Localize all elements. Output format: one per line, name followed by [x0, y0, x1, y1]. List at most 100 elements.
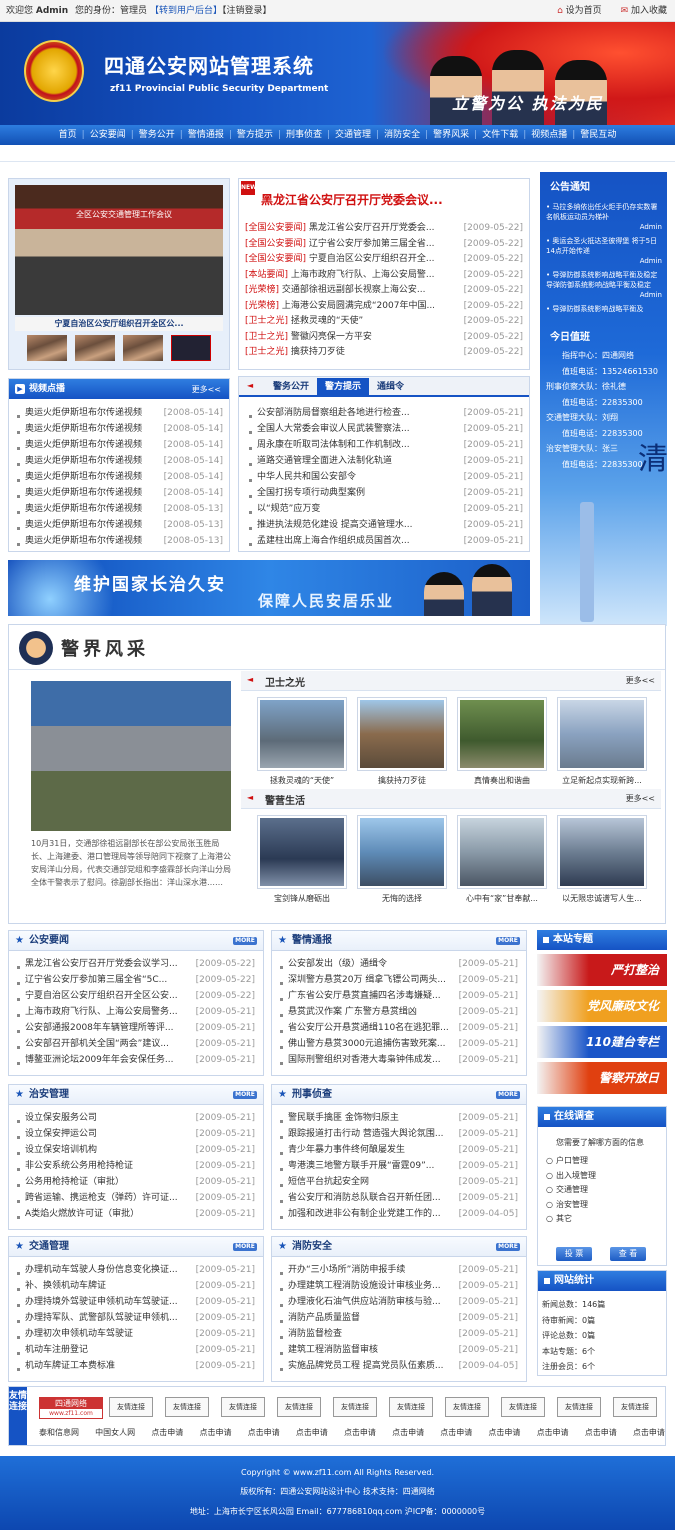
thumb-item[interactable]: 擒获持刀歹徒 [357, 697, 447, 786]
video-row[interactable]: 奥运火炬伊斯坦布尔传递视频 [2008-05-14] [13, 421, 227, 437]
section-link[interactable]: 公安部召开部机关全国“两会”建议... [13, 1039, 169, 1049]
headline-row[interactable]: [光荣榜] 上海港公安局圆满完成“2007年中国... [2009-05-22] [245, 299, 527, 315]
thumb-image[interactable] [460, 818, 544, 886]
section-link[interactable]: 办理液化石油气供应站消防审核与验... [276, 1297, 441, 1307]
headline-row[interactable]: [全国公安要闻] 黑龙江省公安厅召开厅党委会... [2009-05-22] [245, 221, 527, 237]
headline-category[interactable]: [光荣榜] [245, 301, 279, 311]
thumb-frame[interactable] [357, 697, 447, 771]
section-link[interactable]: 机动车牌证工本费标准 [13, 1361, 115, 1371]
survey-option-label[interactable]: 交通管理 [556, 1185, 588, 1194]
friend-link-text[interactable]: 泰和信息网 [39, 1427, 79, 1438]
section-link[interactable]: 消防监督检查 [276, 1329, 342, 1339]
section-link[interactable]: 设立保安押运公司 [13, 1129, 97, 1139]
friend-link-text[interactable]: 点击申请 [537, 1427, 569, 1438]
thumb-image[interactable] [460, 700, 544, 768]
thumb-item[interactable]: 真情奏出和谐曲 [457, 697, 547, 786]
topic-banner[interactable]: 110建台专栏 [537, 1026, 667, 1058]
thumb-item[interactable]: 无悔的选择 [357, 815, 447, 904]
section-link[interactable]: 跨省运输、携运枪支（弹药）许可证... [13, 1193, 178, 1203]
section-link[interactable]: 办理持军队、武警部队驾驶证申领机... [13, 1313, 178, 1323]
topic-banner[interactable]: 党风廉政文化 [537, 990, 667, 1022]
headline-title[interactable]: 黑龙江省公安厅召开厅党委会议... [261, 191, 443, 208]
section-link[interactable]: 加强和改进非公有制企业党建工作的... [276, 1209, 441, 1219]
friend-link-text[interactable]: 点击申请 [199, 1427, 231, 1438]
notice-item[interactable]: • 马拉多纳依出任火炬手仍存实数署名帆板运动员为梯补 Admin [546, 202, 662, 232]
section-link[interactable]: 上海市政府飞行队、上海公安局警务... [13, 1007, 178, 1017]
section-link[interactable]: 消防产品质量监督 [276, 1313, 360, 1323]
headline-category[interactable]: [卫士之光] [245, 316, 288, 326]
slide-thumb[interactable] [27, 335, 67, 361]
thumb-item[interactable]: 立足新起点实现新跨... [557, 697, 647, 786]
section-more-button[interactable]: MORE [233, 1091, 257, 1099]
notice-item[interactable]: • 奥运会圣火抵达圣彼得堡 将于5日14点开始传递 Admin [546, 236, 662, 266]
section-row[interactable]: 上海市政府飞行队、上海公安局警务... [2009-05-21] [13, 1004, 259, 1020]
section-link[interactable]: 悬赏武汉作案 广东警方悬赏缉凶 [276, 1007, 417, 1017]
section-row[interactable]: 宁夏自治区公安厅组织召开全区公安... [2009-05-22] [13, 988, 259, 1004]
section-row[interactable]: 办理液化石油气供应站消防审核与验... [2009-05-21] [276, 1294, 522, 1310]
section-link[interactable]: 警民联手擒匪 金饰物归原主 [276, 1113, 399, 1123]
friend-link-button[interactable]: 友情连接 [389, 1397, 433, 1417]
nav-item[interactable]: 警民互动 [576, 125, 620, 145]
admin-backend-link[interactable]: 【转到用户后台】 [150, 6, 222, 16]
tab-news-row[interactable]: 全国打拐专项行动典型案例 [2009-05-21] [245, 485, 527, 501]
thumb-caption[interactable]: 擒获持刀歹徒 [357, 775, 447, 786]
section-link[interactable]: 办理机动车驾驶人身份信息变化换证... [13, 1265, 178, 1275]
tab-2[interactable]: 警方提示 [317, 378, 370, 396]
section-row[interactable]: 深圳警方悬赏20万 缉拿飞镖公司两头... [2009-05-21] [276, 972, 522, 988]
section-row[interactable]: 警民联手擒匪 金饰物归原主 [2009-05-21] [276, 1110, 522, 1126]
headline-category[interactable]: [卫士之光] [245, 347, 288, 357]
tab-news-row[interactable]: 以“规范”应万变 [2009-05-21] [245, 501, 527, 517]
friend-link-text[interactable]: 点击申请 [440, 1427, 472, 1438]
nav-item[interactable]: 警方提示 [233, 125, 277, 145]
slide-thumb[interactable] [75, 335, 115, 361]
notice-item[interactable]: • 导弹防御系统影响战略平衡及稳定导弹防御系统影响战略平衡及稳定 Admin [546, 270, 662, 300]
video-row[interactable]: 奥运火炬伊斯坦布尔传递视频 [2008-05-14] [13, 405, 227, 421]
survey-option-label[interactable]: 出入境管理 [556, 1171, 596, 1180]
logout-link[interactable]: 【注销登录】 [222, 6, 272, 16]
video-link[interactable]: 奥运火炬伊斯坦布尔传递视频 [13, 472, 142, 482]
section-link[interactable]: 粤港澳三地警方联手开展“雷霆09”... [276, 1161, 434, 1171]
friend-link-button[interactable]: 友情连接 [277, 1397, 321, 1417]
topic-banner[interactable]: 严打整治 [537, 954, 667, 986]
friend-link-text[interactable]: 点击申请 [344, 1427, 376, 1438]
thumb-item[interactable]: 以无限忠诚谱写人生... [557, 815, 647, 904]
nav-item[interactable]: 警界风采 [429, 125, 473, 145]
video-more-link[interactable]: 更多<< [192, 384, 221, 395]
section-row[interactable]: 机动车牌证工本费标准 [2009-05-21] [13, 1358, 259, 1374]
section-link[interactable]: 短信平台抗起安全网 [276, 1177, 369, 1187]
friend-link-text[interactable]: 点击申请 [488, 1427, 520, 1438]
section-row[interactable]: 办理持境外驾驶证申领机动车驾驶证... [2009-05-21] [13, 1294, 259, 1310]
section-row[interactable]: 消防监督检查 [2009-05-21] [276, 1326, 522, 1342]
notice-text[interactable]: • 奥运会圣火抵达圣彼得堡 将于5日14点开始传递 [546, 236, 662, 256]
nav-item[interactable]: 警务公开 [135, 125, 179, 145]
thumb-image[interactable] [360, 818, 444, 886]
section-row[interactable]: 跟踪报道打击行动 营造强大舆论氛围... [2009-05-21] [276, 1126, 522, 1142]
nav-item[interactable]: 交通管理 [331, 125, 375, 145]
topic-label[interactable]: 严打整治 [611, 963, 659, 977]
section-link[interactable]: 博鳌亚洲论坛2009年年会安保任务... [13, 1055, 174, 1065]
section-link[interactable]: 跟踪报道打击行动 营造强大舆论氛围... [276, 1129, 443, 1139]
section-link[interactable]: 公安部发出（级）通缉令 [276, 959, 387, 969]
section-row[interactable]: 公安部发出（级）通缉令 [2009-05-21] [276, 956, 522, 972]
section-row[interactable]: 办理持军队、武警部队驾驶证申领机... [2009-05-21] [13, 1310, 259, 1326]
video-row[interactable]: 奥运火炬伊斯坦布尔传递视频 [2008-05-13] [13, 501, 227, 517]
tab-news-link[interactable]: 以“规范”应万变 [245, 504, 320, 514]
section-link[interactable]: 公务用枪持枪证（审批） [13, 1177, 124, 1187]
friend-link-text[interactable]: 点击申请 [296, 1427, 328, 1438]
tab-news-link[interactable]: 中华人民共和国公安部令 [245, 472, 356, 482]
survey-option[interactable]: ○ 交通管理 [546, 1183, 666, 1198]
tab-news-row[interactable]: 孟建柱出席上海合作组织成员国首次... [2009-05-21] [245, 533, 527, 549]
tab-news-link[interactable]: 全国打拐专项行动典型案例 [245, 488, 365, 498]
section-link[interactable]: 省公安厅和消防总队联合召开新任团... [276, 1193, 441, 1203]
tab-1[interactable]: 警务公开 [265, 378, 317, 396]
vote-button[interactable]: 投 票 [556, 1247, 592, 1261]
section-row[interactable]: 非公安系统公务用枪持枪证 [2009-05-21] [13, 1158, 259, 1174]
headline-link[interactable]: 拯救灵魂的“天使” [288, 316, 363, 326]
section-link[interactable]: 青少年暴力事件终何酿屡发生 [276, 1145, 405, 1155]
section-row[interactable]: 消防产品质量监督 [2009-05-21] [276, 1310, 522, 1326]
nav-item[interactable]: 视频点播 [527, 125, 571, 145]
friend-link-button[interactable]: 友情连接 [109, 1397, 153, 1417]
section-link[interactable]: 设立保安培训机构 [13, 1145, 97, 1155]
thumb-image[interactable] [260, 700, 344, 768]
video-link[interactable]: 奥运火炬伊斯坦布尔传递视频 [13, 504, 142, 514]
